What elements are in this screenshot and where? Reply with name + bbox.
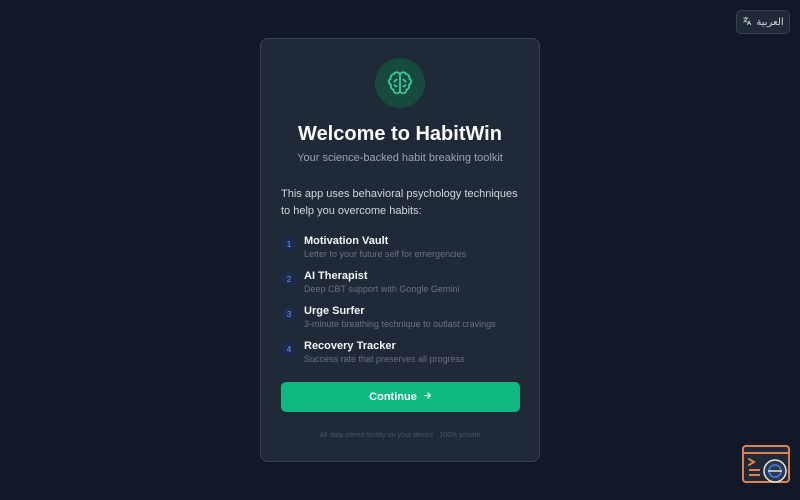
- devtools-widget-icon[interactable]: [742, 445, 790, 485]
- continue-button[interactable]: Continue: [281, 382, 520, 412]
- feature-number-badge: 2: [281, 271, 297, 287]
- feature-item-motivation-vault: 1 Motivation Vault Letter to your future…: [281, 234, 526, 269]
- feature-item-recovery-tracker: 4 Recovery Tracker Success rate that pre…: [281, 339, 526, 374]
- feature-title: Motivation Vault: [304, 235, 389, 247]
- intro-text: This app uses behavioral psychology tech…: [281, 188, 518, 217]
- language-toggle-label: العربية: [756, 16, 784, 28]
- feature-list: 1 Motivation Vault Letter to your future…: [281, 234, 526, 374]
- translate-icon: [742, 16, 752, 29]
- continue-label: Continue: [369, 391, 417, 403]
- welcome-subtitle: Your science-backed habit breaking toolk…: [297, 152, 503, 164]
- feature-title: AI Therapist: [304, 270, 368, 282]
- feature-description: Letter to your future self for emergenci…: [304, 249, 467, 259]
- language-toggle-button[interactable]: العربية: [736, 10, 790, 34]
- arrow-right-icon: [423, 391, 432, 403]
- feature-description: 3-minute breathing technique to outlast …: [304, 319, 496, 329]
- feature-number-badge: 4: [281, 341, 297, 357]
- welcome-page: العربية Welcome to HabitWin Your science…: [0, 0, 800, 500]
- feature-number-badge: 3: [281, 306, 297, 322]
- feature-item-urge-surfer: 3 Urge Surfer 3-minute breathing techniq…: [281, 304, 526, 339]
- feature-description: Success rate that preserves all progress: [304, 354, 465, 364]
- feature-item-ai-therapist: 2 AI Therapist Deep CBT support with Goo…: [281, 269, 526, 304]
- feature-number-badge: 1: [281, 236, 297, 252]
- feature-title: Urge Surfer: [304, 305, 365, 317]
- welcome-title: Welcome to HabitWin: [298, 123, 502, 145]
- feature-title: Recovery Tracker: [304, 340, 396, 352]
- privacy-footer-text: All data stored locally on your device ·…: [319, 432, 481, 439]
- feature-description: Deep CBT support with Google Gemini: [304, 284, 460, 294]
- welcome-card: Welcome to HabitWin Your science-backed …: [260, 38, 540, 462]
- brain-icon: [375, 58, 425, 108]
